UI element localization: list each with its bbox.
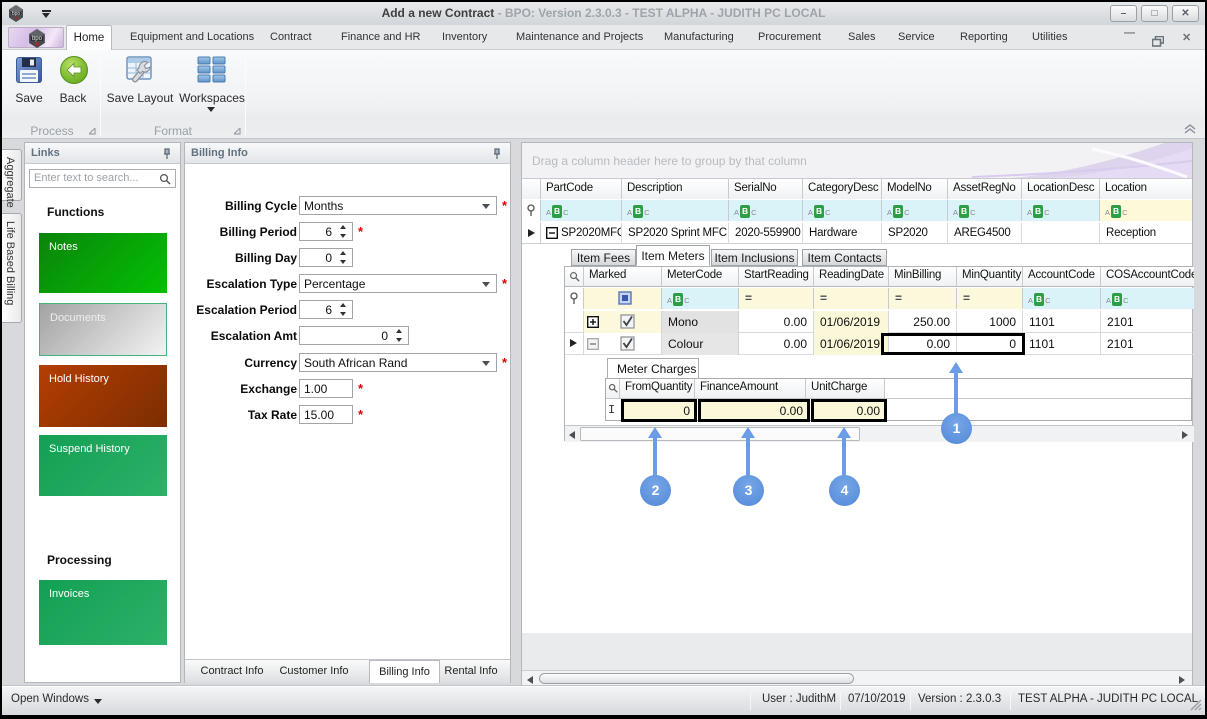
svg-text:bpo: bpo (32, 36, 43, 42)
